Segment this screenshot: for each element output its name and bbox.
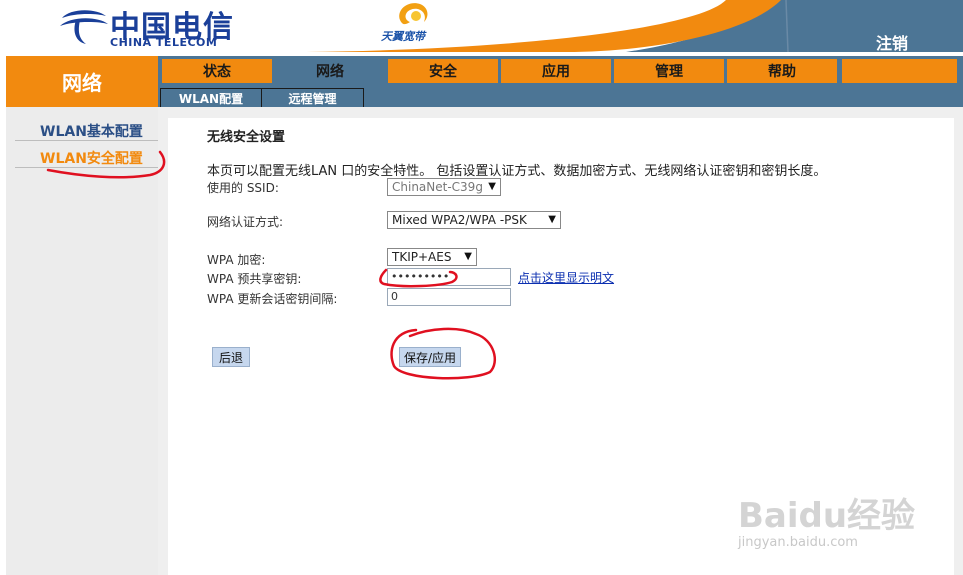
ssid-select-value: ChinaNet-C39g xyxy=(392,180,483,194)
wpa-encryption-select[interactable]: TKIP+AES ▼ xyxy=(387,248,477,266)
tab-status[interactable]: 状态 xyxy=(162,59,273,83)
current-section-label: 网络 xyxy=(6,56,158,107)
wpa-encryption-label: WPA 加密: xyxy=(207,253,266,267)
ssid-label: 使用的 SSID: xyxy=(207,181,279,195)
subtab-remote-management[interactable]: 远程管理 xyxy=(261,88,364,107)
tab-management[interactable]: 管理 xyxy=(614,59,725,83)
sidebar-item-wlan-security[interactable]: WLAN安全配置 xyxy=(40,148,143,168)
wpa-psk-input[interactable]: ••••••••• xyxy=(387,268,511,286)
page-header: 中国电信 CHINA TELECOM 天翼宽带 注销 xyxy=(6,0,963,52)
dropdown-arrow-icon: ▼ xyxy=(488,181,496,192)
tab-application[interactable]: 应用 xyxy=(501,59,612,83)
sidebar-divider xyxy=(15,140,158,141)
rekey-interval-label: WPA 更新会话密钥间隔: xyxy=(207,292,338,306)
page-description: 本页可以配置无线LAN 口的安全特性。 包括设置认证方式、数据加密方式、无线网络… xyxy=(207,164,827,179)
tab-help[interactable]: 帮助 xyxy=(727,59,838,83)
rekey-interval-value: 0 xyxy=(391,290,398,303)
sidebar-divider xyxy=(15,167,158,168)
auth-method-select[interactable]: Mixed WPA2/WPA -PSK ▼ xyxy=(387,211,561,229)
tab-network[interactable]: 网络 xyxy=(275,59,386,83)
back-button[interactable]: 后退 xyxy=(212,347,250,367)
page-title: 无线安全设置 xyxy=(207,130,286,145)
wpa-psk-value: ••••••••• xyxy=(391,270,450,283)
china-telecom-logo-icon xyxy=(60,10,108,44)
rekey-interval-input[interactable]: 0 xyxy=(387,288,511,306)
logo-english-text: CHINA TELECOM xyxy=(110,36,218,49)
brand-text: 天翼宽带 xyxy=(381,30,425,43)
tab-security[interactable]: 安全 xyxy=(388,59,499,83)
auth-method-value: Mixed WPA2/WPA -PSK xyxy=(392,213,527,227)
subtab-wlan-config[interactable]: WLAN配置 xyxy=(160,88,262,107)
watermark-main-text: Baidu经验 xyxy=(738,496,916,536)
wpa-encryption-value: TKIP+AES xyxy=(392,250,452,264)
auth-method-label: 网络认证方式: xyxy=(207,215,284,229)
show-plaintext-link[interactable]: 点击这里显示明文 xyxy=(518,269,614,286)
ssid-select[interactable]: ChinaNet-C39g ▼ xyxy=(387,178,501,196)
sidebar xyxy=(6,107,158,575)
dropdown-arrow-icon: ▼ xyxy=(548,214,556,225)
sidebar-item-wlan-basic[interactable]: WLAN基本配置 xyxy=(40,121,143,141)
dropdown-arrow-icon: ▼ xyxy=(464,251,472,262)
wpa-psk-label: WPA 预共享密钥: xyxy=(207,272,302,286)
tianyi-brand-icon xyxy=(399,3,428,25)
tab-blank xyxy=(842,59,958,83)
watermark-url-text: jingyan.baidu.com xyxy=(738,535,858,550)
save-apply-button[interactable]: 保存/应用 xyxy=(399,347,461,367)
baidu-watermark: Baidu经验 jingyan.baidu.com xyxy=(738,488,915,550)
logout-link[interactable]: 注销 xyxy=(876,30,908,52)
